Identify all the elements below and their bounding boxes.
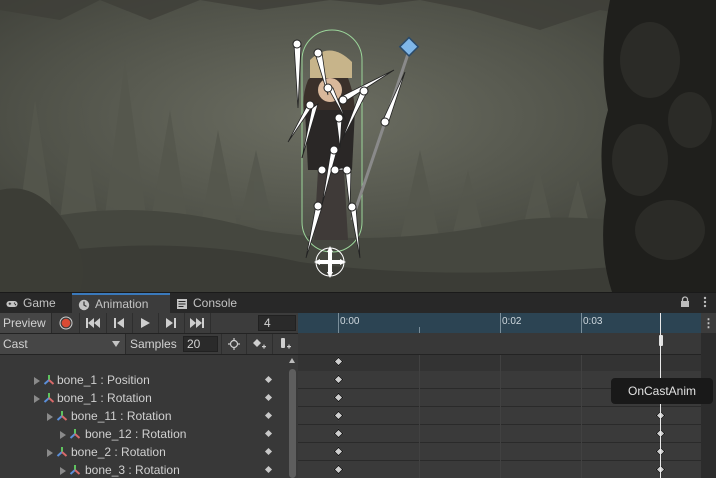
expand-arrow-icon[interactable]	[34, 395, 40, 403]
samples-field[interactable]: 20	[183, 336, 218, 352]
property-label: bone_2 : Rotation	[71, 445, 166, 459]
property-label: bone_1 : Position	[57, 373, 150, 387]
frame-field[interactable]: 4	[258, 315, 296, 331]
chevron-down-icon	[112, 341, 120, 347]
add-event-icon	[281, 338, 291, 349]
keyframe-toggle-icon[interactable]	[264, 411, 273, 420]
clock-icon	[78, 299, 90, 310]
ruler-tick	[581, 313, 582, 333]
time-label: 0:00	[340, 316, 360, 327]
grid-line	[500, 355, 501, 478]
scroll-up-icon[interactable]	[289, 358, 295, 363]
property-list-scrollbar[interactable]	[287, 355, 298, 478]
property-label: bone_1 : Rotation	[57, 391, 152, 405]
more-options-icon[interactable]: ⋮	[701, 313, 716, 333]
tab-animation-label: Animation	[95, 297, 149, 311]
play-button[interactable]	[132, 313, 159, 333]
time-ruler[interactable]: 0:00 0:02 0:03	[298, 313, 701, 333]
play-icon	[141, 318, 150, 328]
property-label: bone_11 : Rotation	[71, 409, 172, 423]
console-icon	[177, 298, 187, 309]
add-event-button[interactable]	[272, 334, 297, 354]
tab-animation[interactable]: Animation	[72, 293, 170, 314]
bone-icon	[43, 375, 55, 385]
gamepad-icon	[6, 300, 18, 307]
clip-dropdown-value: Cast	[3, 337, 28, 351]
last-keyframe-button[interactable]	[184, 313, 211, 333]
keyframe-toggle-icon[interactable]	[264, 393, 273, 402]
property-label: bone_3 : Rotation	[85, 463, 180, 477]
add-keyframe-button[interactable]	[246, 334, 271, 354]
bone-icon	[43, 393, 55, 403]
scene-canvas[interactable]	[0, 0, 716, 292]
window-tab-bar: Game Animation Console	[0, 292, 716, 314]
skip-to-end-icon	[190, 318, 204, 328]
first-keyframe-button[interactable]	[80, 313, 107, 333]
record-button[interactable]	[53, 313, 80, 333]
scene-view[interactable]	[0, 0, 716, 292]
tab-game-label: Game	[23, 296, 56, 310]
expand-arrow-icon[interactable]	[60, 467, 66, 475]
bone-icon	[56, 411, 68, 421]
expand-arrow-icon[interactable]	[47, 449, 53, 457]
keyframe-toggle-icon[interactable]	[264, 429, 273, 438]
expand-arrow-icon[interactable]	[60, 431, 66, 439]
grid-line	[419, 355, 420, 478]
property-row-bone2-rotation[interactable]: bone_2 : Rotation	[0, 443, 286, 461]
tab-console-label: Console	[193, 296, 238, 310]
bone-icon	[69, 429, 81, 439]
keyframe-toggle-icon[interactable]	[264, 375, 273, 384]
samples-label: Samples	[130, 337, 177, 351]
expand-arrow-icon[interactable]	[34, 377, 40, 385]
ruler-tick	[500, 313, 501, 333]
preview-button[interactable]: Preview	[0, 313, 52, 333]
previous-keyframe-button[interactable]	[106, 313, 133, 333]
property-row-bone1-rotation[interactable]: bone_1 : Rotation	[0, 389, 286, 407]
clip-dropdown[interactable]: Cast	[0, 334, 126, 354]
animation-toolbar: Preview 4	[0, 313, 298, 334]
expand-arrow-icon[interactable]	[47, 413, 53, 421]
ruler-tick	[338, 313, 339, 333]
keyframe-toggle-icon[interactable]	[264, 465, 273, 474]
add-keyframe-icon	[253, 339, 266, 349]
step-back-icon	[114, 318, 124, 328]
skip-to-start-icon	[86, 318, 100, 328]
tab-console[interactable]: Console	[170, 293, 252, 314]
property-row-bone1-position[interactable]: bone_1 : Position	[0, 371, 286, 389]
time-label: 0:03	[583, 316, 603, 327]
step-forward-icon	[166, 318, 176, 328]
property-label: bone_12 : Rotation	[85, 427, 187, 441]
bone-icon	[69, 465, 81, 475]
tab-game[interactable]: Game	[0, 293, 72, 314]
time-label: 0:02	[502, 316, 522, 327]
next-keyframe-button[interactable]	[158, 313, 185, 333]
grid-line	[581, 355, 582, 478]
scroll-thumb[interactable]	[289, 369, 296, 478]
lock-icon[interactable]	[679, 296, 691, 310]
property-row-bone11-rotation[interactable]: bone_11 : Rotation	[0, 407, 286, 425]
bone-icon	[56, 447, 68, 457]
crosshair-icon	[228, 338, 240, 350]
property-row-bone3-rotation[interactable]: bone_3 : Rotation	[0, 461, 286, 478]
snap-button[interactable]	[221, 334, 246, 354]
clip-toolbar: Cast Samples 20	[0, 334, 298, 355]
property-row-bone12-rotation[interactable]: bone_12 : Rotation	[0, 425, 286, 443]
event-tooltip: OnCastAnim	[611, 378, 713, 404]
keyframe-area[interactable]	[298, 355, 701, 478]
keyframe-toggle-icon[interactable]	[264, 447, 273, 456]
events-row[interactable]	[298, 333, 701, 355]
property-list: bone_1 : Position bone_1 : Rotation bone…	[0, 355, 298, 478]
record-icon	[59, 316, 73, 330]
more-options-icon[interactable]	[699, 296, 711, 310]
